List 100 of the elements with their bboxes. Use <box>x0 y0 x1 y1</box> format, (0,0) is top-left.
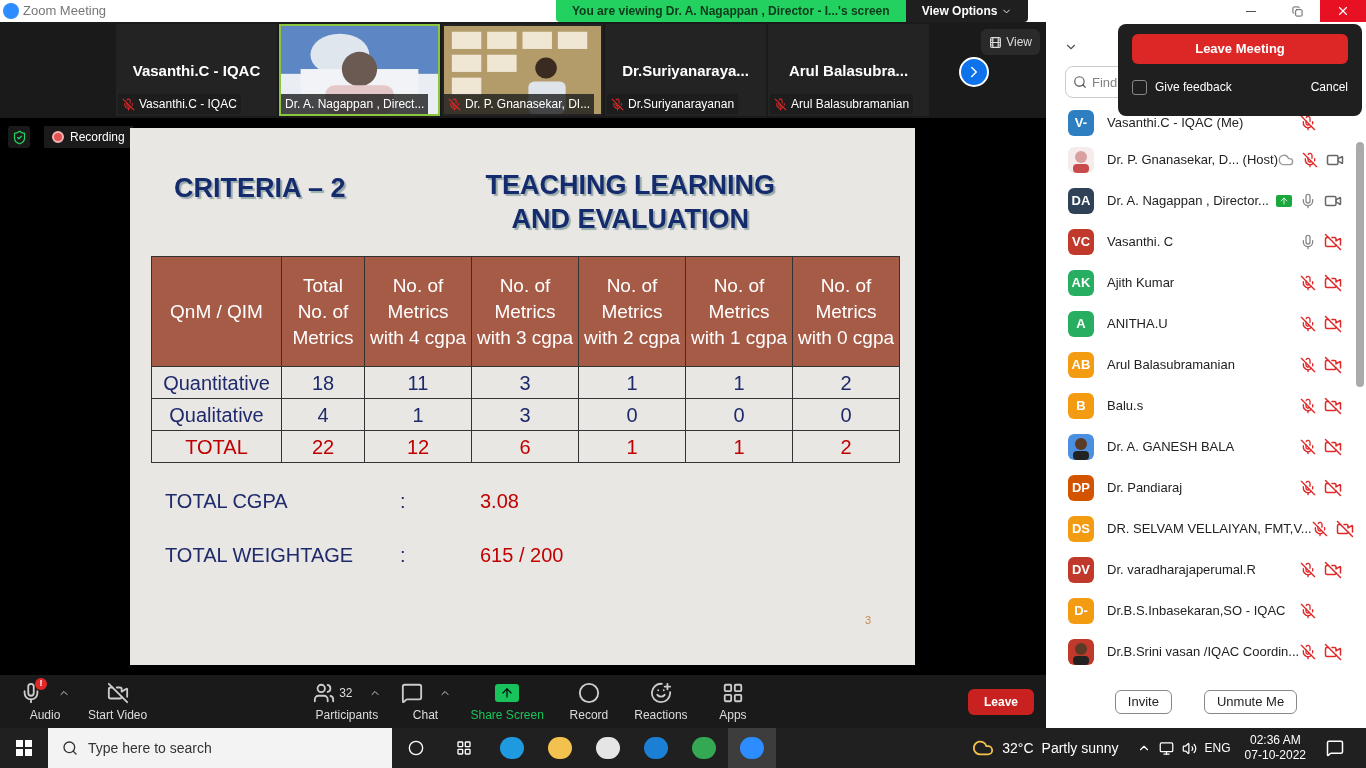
video-tile[interactable]: Vasanthi.C - IQAC Vasanthi.C - IQAC <box>116 24 277 116</box>
recording-label: Recording <box>70 129 125 146</box>
table-cell: 2 <box>792 366 900 399</box>
recording-indicator[interactable]: Recording <box>44 126 133 148</box>
participant-row[interactable]: DA Dr. A. Nagappan , Director... <box>1046 180 1366 221</box>
summary-value: 3.08 <box>480 489 519 514</box>
taskbar-search-field[interactable]: Type here to search <box>48 728 392 768</box>
muted-mic-icon[interactable] <box>1300 114 1316 131</box>
table-cell: 0 <box>792 398 900 431</box>
table-cell: 0 <box>578 398 686 431</box>
slide-heading: TEACHING LEARNING AND EVALUATION <box>485 169 776 236</box>
summary-separator: : <box>400 543 407 568</box>
table-cell: 3 <box>471 366 579 399</box>
video-off-icon[interactable] <box>1324 355 1342 374</box>
leave-button[interactable]: Leave <box>967 688 1034 715</box>
share-screen-icon <box>495 683 520 702</box>
view-button[interactable]: View <box>981 29 1040 55</box>
video-off-icon[interactable] <box>1335 519 1354 538</box>
video-off-icon[interactable] <box>1324 273 1342 292</box>
temperature[interactable]: 32°C <box>1002 737 1034 759</box>
participant-row[interactable]: Dr. A. GANESH BALA <box>1046 426 1366 467</box>
participant-row[interactable]: B Balu.s <box>1046 385 1366 426</box>
video-off-icon[interactable] <box>1324 232 1342 251</box>
apps-icon <box>721 681 744 704</box>
participants-icon <box>313 681 336 704</box>
volume-icon[interactable] <box>1181 740 1197 756</box>
participant-row[interactable]: A ANITHA.U <box>1046 303 1366 344</box>
checkbox-label: Give feedback <box>1155 79 1232 96</box>
cancel-button[interactable]: Cancel <box>1310 78 1348 96</box>
panel-button[interactable]: Unmute Me <box>1203 690 1298 714</box>
feedback-checkbox[interactable] <box>1132 79 1147 95</box>
security-shield-icon[interactable] <box>8 126 30 148</box>
participant-name: ANITHA.U <box>1107 314 1168 333</box>
participant-row[interactable]: AB Arul Balasubramanian <box>1046 344 1366 385</box>
column-header: No. of Metrics with 0 cgpa <box>792 256 900 367</box>
clock[interactable]: 02:36 AM 07-10-2022 <box>1244 733 1306 763</box>
notifications-icon[interactable] <box>1326 739 1344 757</box>
participant-name: Dr. Pandiaraj <box>1107 478 1183 497</box>
alert-badge: ! <box>35 677 47 690</box>
toolbar-button[interactable]: Chat <box>390 675 461 728</box>
participant-row[interactable]: AK Ajith Kumar <box>1046 262 1366 303</box>
toolbar-button[interactable]: ! Audio <box>10 675 80 728</box>
mic-icon[interactable] <box>1300 192 1316 209</box>
video-off-icon[interactable] <box>1324 437 1342 456</box>
participant-row[interactable]: DS DR. SELVAM VELLAIYAN, FMT,V... <box>1046 508 1366 549</box>
label-text: Dr.Suriyanarayanan <box>628 96 735 113</box>
avatar: DP <box>1068 474 1094 501</box>
column-header: Total No. of Metrics <box>281 256 365 367</box>
toolbar-button[interactable]: 32 Participants <box>305 675 389 728</box>
avatar: DV <box>1068 556 1094 583</box>
column-header: No. of Metrics with 4 cgpa <box>364 256 472 367</box>
participant-row[interactable]: VC Vasanthi. C <box>1046 221 1366 262</box>
video-tile[interactable]: Dr. P. Gnanasekar, DI... <box>442 24 603 116</box>
toolbar-button[interactable]: Reactions <box>625 675 696 728</box>
language-indicator[interactable]: ENG <box>1204 739 1231 757</box>
column-header: QnM / QIM <box>151 256 282 367</box>
mic-icon[interactable] <box>1300 233 1316 250</box>
participant-name: Vasanthi.C - IQAC <box>132 62 261 79</box>
video-off-icon[interactable] <box>1324 560 1342 579</box>
toolbar-button[interactable]: Start Video <box>80 675 156 728</box>
record-icon <box>577 681 600 704</box>
participant-name: Dr.Suriyanaraya... <box>622 62 749 79</box>
avatar: DS <box>1068 515 1094 542</box>
table-cell: Qualitative <box>151 398 282 431</box>
video-off-icon[interactable] <box>1324 396 1342 415</box>
participant-row[interactable]: Dr. P. Gnanasekar, D... (Host) <box>1046 139 1366 180</box>
column-header: No. of Metrics with 2 cgpa <box>578 256 686 367</box>
video-tile[interactable]: Dr.Suriyanaraya... Dr.Suriyanarayanan <box>605 24 766 116</box>
network-icon[interactable] <box>1158 740 1174 756</box>
app-icon <box>644 737 668 759</box>
summary-separator: : <box>400 489 407 514</box>
leave-meeting-button[interactable]: Leave Meeting <box>1132 34 1348 64</box>
avatar: V- <box>1068 109 1094 136</box>
video-off-icon[interactable] <box>1324 642 1342 661</box>
participant-row[interactable]: DV Dr. varadharajaperumal.R <box>1046 549 1366 590</box>
video-off-icon[interactable] <box>1324 314 1342 333</box>
view-options-button[interactable]: View Options <box>905 0 1029 22</box>
label-text: Dr. P. Gnanasekar, DI... <box>465 96 591 113</box>
avatar: VC <box>1068 228 1094 255</box>
toolbar-button[interactable]: Share Screen <box>462 675 552 728</box>
avatar: B <box>1068 392 1094 419</box>
video-tile[interactable]: Dr. A. Nagappan , Direct... <box>279 24 440 116</box>
avatar: A <box>1068 310 1094 337</box>
next-page-button[interactable] <box>959 57 989 87</box>
participant-name: Vasanthi.C - IQAC (Me) <box>1107 113 1244 132</box>
participant-row[interactable]: D- Dr.B.S.Inbasekaran,SO - IQAC <box>1046 590 1366 631</box>
app-icon <box>740 737 764 759</box>
toolbar-button[interactable]: Record <box>553 675 624 728</box>
participant-name: Ajith Kumar <box>1107 273 1175 292</box>
toolbar-button[interactable]: Apps <box>697 675 768 728</box>
video-tile[interactable]: Arul Balasubra... Arul Balasubramanian <box>768 24 929 116</box>
participant-row[interactable]: DP Dr. Pandiaraj <box>1046 467 1366 508</box>
participant-name: Dr.B.S.Inbasekaran,SO - IQAC <box>1107 601 1286 620</box>
weather-text[interactable]: Partly sunny <box>1041 737 1119 759</box>
participant-name: Dr. A. GANESH BALA <box>1107 437 1235 456</box>
participant-row[interactable]: Dr.B.Srini vasan /IQAC Coordin... <box>1046 631 1366 672</box>
video-off-icon[interactable] <box>1324 478 1342 497</box>
participant-name: Balu.s <box>1107 396 1144 415</box>
panel-button[interactable]: Invite <box>1114 690 1172 714</box>
app-icon <box>548 737 572 759</box>
